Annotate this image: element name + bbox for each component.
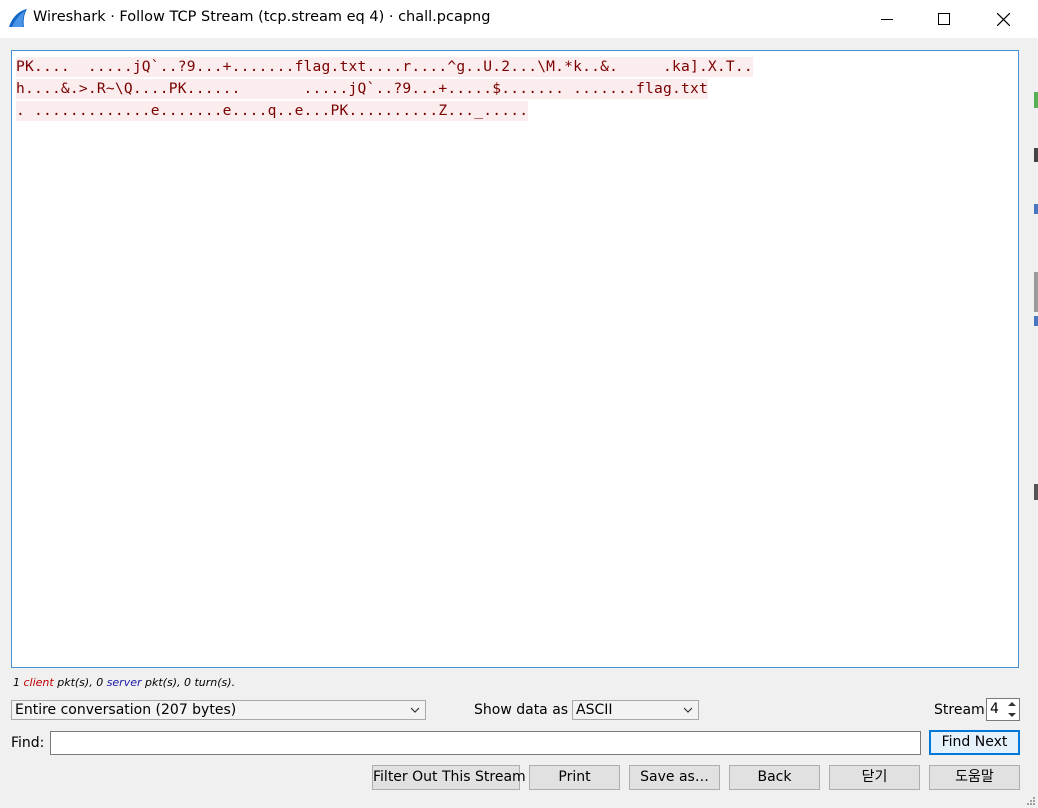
chevron-down-icon <box>683 707 693 713</box>
chevron-down-icon <box>1008 713 1016 717</box>
close-window-button[interactable] <box>980 0 1026 38</box>
stream-label: Stream <box>934 702 985 718</box>
stream-summary: 1 client pkt(s), 0 server pkt(s), 0 turn… <box>13 676 235 689</box>
spin-up-button[interactable] <box>1006 699 1018 709</box>
chevron-down-icon <box>410 707 420 713</box>
find-input[interactable] <box>50 731 921 755</box>
maximize-button[interactable] <box>921 0 967 38</box>
wireshark-fin-icon <box>9 9 27 27</box>
spin-down-button[interactable] <box>1006 710 1018 720</box>
client-suffix: pkt(s), 0 <box>53 676 107 689</box>
server-suffix: pkt(s), 0 turn(s). <box>141 676 236 689</box>
find-next-button[interactable]: Find Next <box>929 730 1020 755</box>
stream-line: h....&.>.R~\Q....PK...... .....jQ`..?9..… <box>16 79 708 99</box>
close-icon <box>996 12 1010 26</box>
close-button[interactable]: 닫기 <box>829 765 920 790</box>
minimize-button[interactable] <box>864 0 910 38</box>
minimize-icon <box>881 19 893 20</box>
conversation-select[interactable]: Entire conversation (207 bytes) <box>11 700 426 720</box>
window-title: Wireshark · Follow TCP Stream (tcp.strea… <box>33 9 491 25</box>
print-button[interactable]: Print <box>529 765 620 790</box>
stream-line: PK.... .....jQ`..?9...+.......flag.txt..… <box>16 57 753 77</box>
show-data-select[interactable]: ASCII <box>572 700 699 720</box>
back-button[interactable]: Back <box>729 765 820 790</box>
find-label: Find: <box>11 735 45 751</box>
resize-grip-icon[interactable] <box>1025 795 1035 805</box>
show-data-label: Show data as <box>474 702 569 718</box>
stream-line: . .............e.......e....q..e...PK...… <box>16 101 529 121</box>
background-window-edge <box>1034 92 1038 512</box>
server-label: server <box>106 676 142 689</box>
conversation-select-value: Entire conversation (207 bytes) <box>15 702 237 718</box>
stream-content-area[interactable]: PK.... .....jQ`..?9...+.......flag.txt..… <box>11 50 1019 668</box>
stream-number-spinbox[interactable]: 4 <box>986 698 1020 721</box>
client-label: client <box>23 676 54 689</box>
save-as-button[interactable]: Save as… <box>629 765 720 790</box>
title-bar: Wireshark · Follow TCP Stream (tcp.strea… <box>0 0 1038 38</box>
client-packet-count: 1 <box>13 676 20 689</box>
maximize-icon <box>938 13 950 25</box>
filter-out-stream-button[interactable]: Filter Out This Stream <box>372 765 526 790</box>
stream-number-value: 4 <box>990 701 999 717</box>
help-button[interactable]: 도움말 <box>929 765 1020 790</box>
show-data-select-value: ASCII <box>576 702 613 718</box>
chevron-up-icon <box>1008 702 1016 706</box>
